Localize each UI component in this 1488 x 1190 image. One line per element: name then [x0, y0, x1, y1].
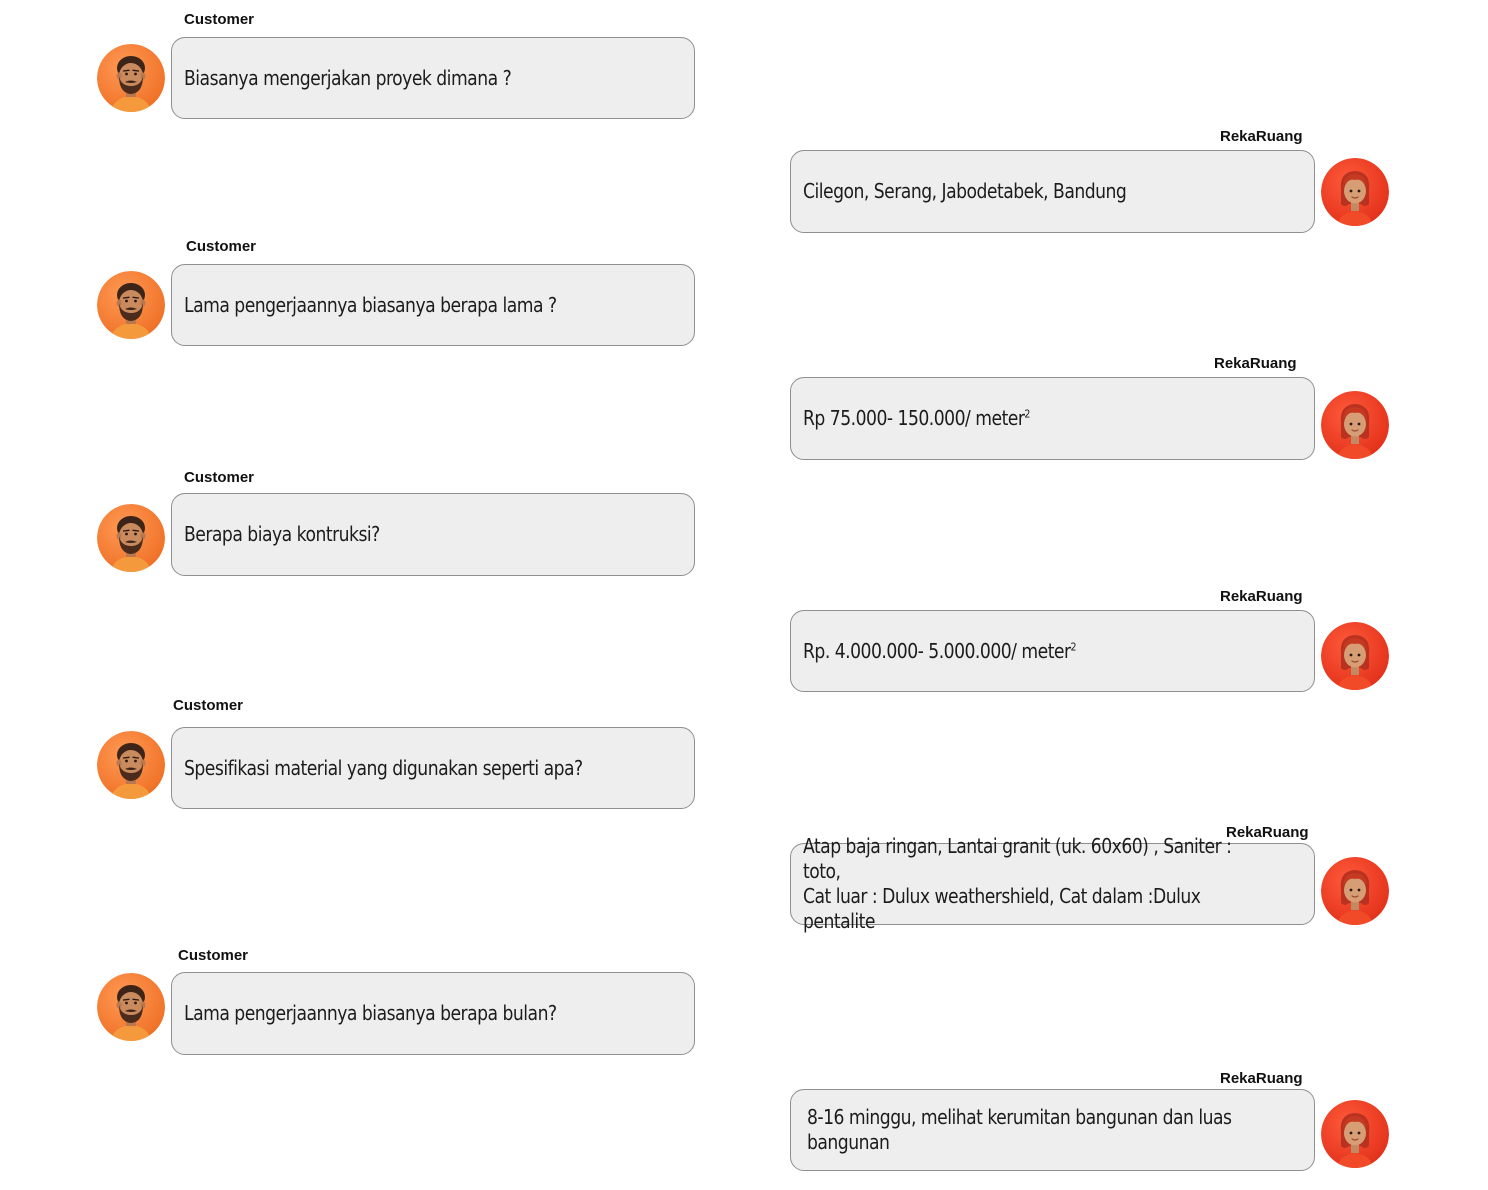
message-bubble-customer: Berapa biaya kontruksi? — [171, 493, 695, 576]
superscript: 2 — [1024, 407, 1030, 421]
sender-label-customer: Customer — [184, 11, 255, 28]
message-text: Cilegon, Serang, Jabodetabek, Bandung — [803, 179, 1127, 203]
agent-avatar-icon — [1321, 1100, 1389, 1168]
message-text: Rp. 4.000.000- 5.000.000/ meter2 — [803, 638, 1077, 663]
customer-avatar-icon — [97, 271, 165, 339]
sender-label-agent: RekaRuang — [1220, 1070, 1303, 1087]
message-bubble-agent: Atap baja ringan, Lantai granit (uk. 60x… — [790, 834, 1315, 933]
message-text: 8-16 minggu, melihat kerumitan bangunan … — [807, 1105, 1232, 1154]
message-bubble-customer: Biasanya mengerjakan proyek dimana ? — [171, 37, 695, 119]
message-bubble-customer: Lama pengerjaannya biasanya berapa lama … — [171, 264, 695, 346]
message-text: Berapa biaya kontruksi? — [184, 522, 380, 546]
message-bubble-agent: 8-16 minggu, melihat kerumitan bangunan … — [790, 1089, 1315, 1171]
customer-avatar-icon — [97, 731, 165, 799]
agent-avatar-icon — [1321, 158, 1389, 226]
agent-avatar-icon — [1321, 622, 1389, 690]
message-bubble-agent: Cilegon, Serang, Jabodetabek, Bandung — [790, 150, 1315, 233]
customer-avatar-icon — [97, 973, 165, 1041]
message-text: Spesifikasi material yang digunakan sepe… — [184, 755, 583, 780]
customer-avatar-icon — [97, 44, 165, 112]
message-text: Lama pengerjaannya biasanya berapa lama … — [184, 292, 557, 317]
chat-transcript: Customer Biasanya mengerjakan proyek dim… — [0, 0, 1488, 1190]
message-bubble-agent: Rp. 4.000.000- 5.000.000/ meter2 — [790, 610, 1315, 692]
customer-avatar-icon — [97, 504, 165, 572]
agent-avatar-icon — [1321, 391, 1389, 459]
sender-label-agent: RekaRuang — [1220, 128, 1303, 145]
sender-label-agent: RekaRuang — [1214, 355, 1297, 372]
sender-label-agent: RekaRuang — [1226, 824, 1309, 841]
message-text: Rp 75.000- 150.000/ meter2 — [803, 406, 1030, 430]
sender-label-customer: Customer — [178, 947, 249, 964]
message-bubble-customer: Spesifikasi material yang digunakan sepe… — [171, 727, 695, 809]
message-bubble-customer: Lama pengerjaannya biasanya berapa bulan… — [171, 972, 695, 1055]
sender-label-customer: Customer — [186, 238, 257, 255]
message-text: Biasanya mengerjakan proyek dimana ? — [184, 65, 512, 90]
sender-label-customer: Customer — [184, 469, 255, 486]
agent-avatar-icon — [1321, 857, 1389, 925]
sender-label-customer: Customer — [173, 697, 244, 714]
message-bubble-agent: Rp 75.000- 150.000/ meter2 — [790, 377, 1315, 460]
message-text: Lama pengerjaannya biasanya berapa bulan… — [184, 1001, 557, 1025]
superscript: 2 — [1070, 639, 1077, 653]
sender-label-agent: RekaRuang — [1220, 588, 1303, 605]
message-text: Atap baja ringan, Lantai granit (uk. 60x… — [803, 834, 1232, 933]
